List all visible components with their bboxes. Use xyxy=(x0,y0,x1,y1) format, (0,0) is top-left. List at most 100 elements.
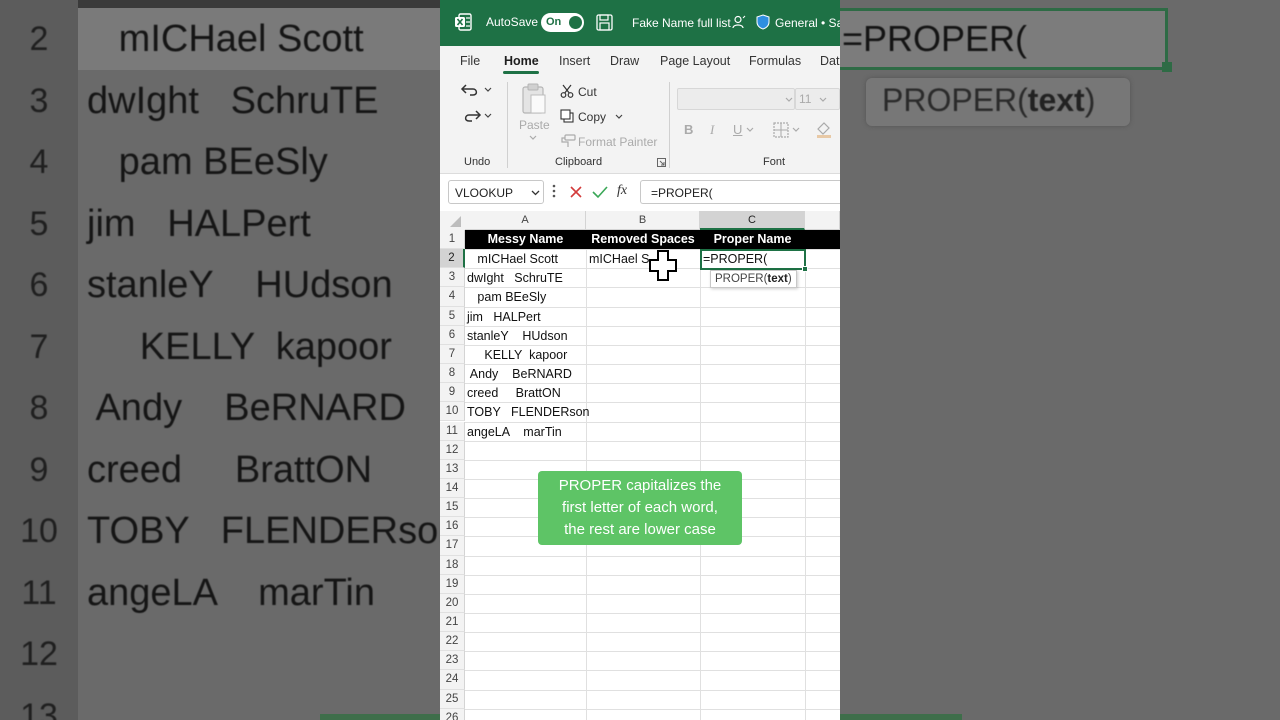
row-header-18[interactable]: 18 xyxy=(440,555,465,575)
name-box-dropdown-icon[interactable] xyxy=(531,190,540,196)
insert-function-fx[interactable]: fx xyxy=(617,183,627,199)
clipboard-launcher-icon[interactable] xyxy=(657,158,666,167)
cell-a8[interactable]: Andy BeRNARD xyxy=(467,365,572,384)
format-painter-label[interactable]: Format Painter xyxy=(578,135,657,149)
row-header-14[interactable]: 14 xyxy=(440,478,465,499)
tab-insert[interactable]: Insert xyxy=(559,54,590,68)
row-header-19[interactable]: 19 xyxy=(440,574,465,594)
cell-a3[interactable]: dwIght SchruTE xyxy=(467,269,563,288)
row-header-7[interactable]: 7 xyxy=(440,344,465,365)
row-header-2[interactable]: 2 xyxy=(440,249,465,269)
row-header-9[interactable]: 9 xyxy=(440,383,465,403)
scissors-icon[interactable] xyxy=(560,84,574,98)
undo-icon[interactable] xyxy=(460,82,482,98)
header-removed-spaces[interactable]: Removed Spaces xyxy=(586,230,700,249)
save-icon[interactable] xyxy=(596,14,613,31)
bold-button[interactable]: B xyxy=(684,122,693,137)
row-header-22[interactable]: 22 xyxy=(440,632,465,652)
cell-a10[interactable]: TOBY FLENDERson xyxy=(467,403,590,422)
column-header-b[interactable]: B xyxy=(586,211,700,230)
undo-group-label: Undo xyxy=(464,156,491,168)
document-title[interactable]: Fake Name full list xyxy=(632,16,731,30)
row-header-24[interactable]: 24 xyxy=(440,670,465,690)
cell-a5[interactable]: jim HALPert xyxy=(467,308,541,327)
paste-dropdown-icon[interactable] xyxy=(529,135,537,141)
worksheet-grid[interactable]: A B C 1 2 3 4 5 6 7 8 9 10 11 12 13 14 15 16 17 18 19 20 21 2… xyxy=(440,211,840,720)
tab-home[interactable]: Home xyxy=(504,54,539,68)
format-painter-icon[interactable] xyxy=(560,134,576,148)
row-header-23[interactable]: 23 xyxy=(440,651,465,671)
row-header-10[interactable]: 10 xyxy=(440,402,465,422)
underline-dropdown-icon[interactable] xyxy=(746,127,754,133)
row-header-11[interactable]: 11 xyxy=(440,421,465,441)
copy-label[interactable]: Copy xyxy=(578,110,606,124)
background-row-number: 13 xyxy=(20,696,58,720)
tab-draw[interactable]: Draw xyxy=(610,54,639,68)
row-header-12[interactable]: 12 xyxy=(440,440,465,460)
row-header-5[interactable]: 5 xyxy=(440,306,465,326)
row-header-13[interactable]: 13 xyxy=(440,459,465,479)
background-name-text: mICHael Scott xyxy=(87,18,364,60)
borders-dropdown-icon[interactable] xyxy=(792,127,800,133)
row-header-15[interactable]: 15 xyxy=(440,498,465,518)
copy-icon[interactable] xyxy=(560,109,574,123)
function-tooltip[interactable]: PROPER(text) xyxy=(710,270,797,288)
font-group-label: Font xyxy=(763,156,786,168)
tab-file[interactable]: File xyxy=(460,54,480,68)
tab-data[interactable]: Dat xyxy=(820,54,839,68)
header-proper-name[interactable]: Proper Name xyxy=(700,230,805,249)
redo-icon[interactable] xyxy=(460,108,482,124)
italic-button[interactable]: I xyxy=(710,122,714,138)
row-header-25[interactable]: 25 xyxy=(440,689,465,709)
cell-b2[interactable]: mICHael S xyxy=(589,250,649,269)
background-row-number: 10 xyxy=(20,512,58,550)
sensitivity-label[interactable]: General • Sa xyxy=(775,16,840,30)
borders-icon[interactable] xyxy=(773,122,789,138)
paste-label[interactable]: Paste xyxy=(519,118,550,132)
cell-a9[interactable]: creed BrattON xyxy=(467,384,561,403)
row-header-8[interactable]: 8 xyxy=(440,364,465,384)
tab-page-layout[interactable]: Page Layout xyxy=(660,54,730,68)
background-row-number: 3 xyxy=(29,81,49,120)
row-header-21[interactable]: 21 xyxy=(440,613,465,633)
cell-a7[interactable]: KELLY kapoor xyxy=(467,346,567,365)
paste-icon[interactable] xyxy=(520,82,548,116)
more-options-icon[interactable] xyxy=(552,184,556,198)
tab-formulas[interactable]: Formulas xyxy=(749,54,801,68)
row-header-20[interactable]: 20 xyxy=(440,593,465,613)
header-column-d[interactable] xyxy=(805,230,840,249)
enter-check-icon[interactable] xyxy=(592,185,608,199)
cell-a6[interactable]: stanleY HUdson xyxy=(467,327,568,346)
row-header-3[interactable]: 3 xyxy=(440,268,465,288)
row-header-4[interactable]: 4 xyxy=(440,287,465,307)
background-name-text: dwIght SchruTE xyxy=(87,79,379,122)
background-name-text: KELLY kapoor xyxy=(87,325,392,368)
row-header-26[interactable]: 26 xyxy=(440,708,465,720)
copy-dropdown-icon[interactable] xyxy=(615,114,623,120)
font-size-dropdown-icon[interactable] xyxy=(819,97,827,103)
select-all-corner[interactable] xyxy=(440,211,465,230)
cell-a11[interactable]: angeLA marTin xyxy=(467,423,562,442)
cell-a2[interactable]: mICHael Scott xyxy=(467,250,558,269)
column-header-c[interactable]: C xyxy=(700,211,805,230)
cell-a4[interactable]: pam BEeSly xyxy=(467,288,546,307)
redo-dropdown-icon[interactable] xyxy=(484,113,492,119)
column-header-a[interactable]: A xyxy=(465,211,586,230)
cut-label[interactable]: Cut xyxy=(578,85,597,99)
row-header-16[interactable]: 16 xyxy=(440,517,465,537)
fill-handle[interactable] xyxy=(802,266,808,272)
undo-dropdown-icon[interactable] xyxy=(484,87,492,93)
row-header-6[interactable]: 6 xyxy=(440,325,465,345)
cross-cursor-icon xyxy=(649,250,677,281)
underline-button[interactable]: U xyxy=(733,122,742,137)
tutorial-caption: PROPER capitalizes the first letter of e… xyxy=(538,471,742,545)
column-header-d[interactable] xyxy=(805,211,840,230)
font-name-dropdown-icon[interactable] xyxy=(785,97,793,103)
row-header-17[interactable]: 17 xyxy=(440,536,465,556)
cancel-x-icon[interactable] xyxy=(569,185,583,199)
row-header-1[interactable]: 1 xyxy=(440,230,465,250)
font-name-box[interactable] xyxy=(677,88,795,110)
group-divider xyxy=(669,82,670,168)
fill-color-icon[interactable] xyxy=(815,120,833,138)
header-messy-name[interactable]: Messy Name xyxy=(465,230,586,249)
